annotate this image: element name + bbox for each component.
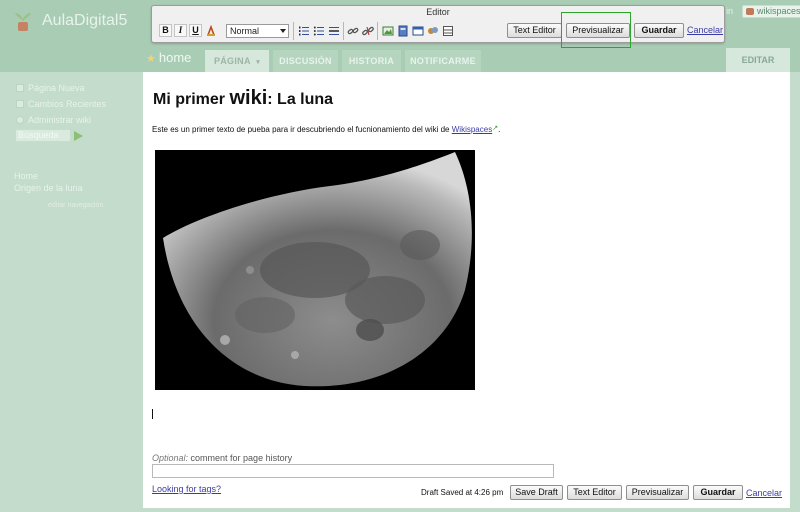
page-title-part: : La luna	[267, 91, 334, 108]
sidebar-item-manage-wiki[interactable]: Administrar wiki	[16, 115, 91, 125]
edit-navigation-link[interactable]: editar navegación	[48, 202, 103, 209]
sidebar-item-recent-changes[interactable]: Cambios Recientes	[16, 99, 106, 109]
link-button[interactable]	[346, 24, 359, 37]
unlink-button[interactable]	[361, 24, 374, 37]
tab-discusion[interactable]: DISCUSIÓN	[273, 50, 338, 72]
underline-button[interactable]: U	[189, 24, 202, 37]
preview-button-bottom[interactable]: Previsualizar	[626, 485, 689, 500]
bullet-list-button[interactable]	[312, 24, 325, 37]
new-page-icon	[16, 84, 24, 92]
horizontal-rule-button[interactable]	[327, 24, 340, 37]
page-title-wiki: wiki	[229, 87, 268, 109]
tab-historia[interactable]: HISTORIA	[342, 50, 401, 72]
page-title-part: Mi primer	[153, 91, 230, 108]
home-link[interactable]: ★ home	[146, 50, 191, 65]
draft-status: Draft Saved at 4:26 pm	[421, 488, 504, 497]
chevron-down-icon: ▾	[256, 59, 261, 66]
calendar-icon	[16, 100, 24, 108]
looking-for-tags-link[interactable]: Looking for tags?	[152, 484, 221, 494]
file-icon	[398, 25, 408, 37]
intro-end: .	[498, 125, 501, 134]
header-link[interactable]: in	[726, 6, 733, 16]
nav-link-origen-luna[interactable]: Origen de la luna	[14, 183, 83, 193]
save-draft-button[interactable]: Save Draft	[510, 485, 563, 500]
text-color-button[interactable]	[204, 24, 217, 37]
insert-table-button[interactable]	[441, 24, 454, 37]
search-go-arrow-icon[interactable]	[74, 131, 83, 141]
search-input[interactable]: Búsqueda	[15, 129, 71, 142]
intro-text: Este es un primer texto de pueba para ir…	[152, 125, 452, 134]
insert-special-button[interactable]	[426, 24, 439, 37]
editor-toolbar: Editor B I U Normal Text Editor Previsua…	[151, 5, 725, 43]
editor-content-area[interactable]: Mi primer wiki: La luna Este es un prime…	[143, 72, 790, 508]
toolbar-divider	[343, 22, 344, 40]
cancel-link-bottom[interactable]: Cancelar	[746, 488, 782, 498]
insert-image-button[interactable]	[381, 24, 394, 37]
optional-label: Optional:	[152, 453, 189, 463]
link-icon	[347, 27, 359, 35]
text-editor-button-bottom[interactable]: Text Editor	[567, 485, 622, 500]
bullet-list-icon	[313, 26, 324, 36]
bold-button[interactable]: B	[159, 24, 172, 37]
cancel-link[interactable]: Cancelar	[687, 25, 723, 35]
table-icon	[443, 26, 453, 36]
sidebar-item-label: Página Nueva	[28, 83, 85, 93]
text-editor-button[interactable]: Text Editor	[507, 23, 562, 38]
page-title[interactable]: Mi primer wiki: La luna	[153, 87, 333, 110]
nav-link-home[interactable]: Home	[14, 171, 38, 181]
numbered-list-icon	[299, 26, 309, 36]
toolbar-divider	[293, 22, 294, 40]
preview-highlight-box	[561, 12, 631, 48]
numbered-list-button[interactable]	[297, 24, 310, 37]
sidebar-item-label: Administrar wiki	[28, 115, 92, 125]
horizontal-rule-icon	[329, 27, 339, 35]
toolbar-divider	[377, 22, 378, 40]
insert-widget-button[interactable]	[411, 24, 424, 37]
widget-icon	[412, 26, 424, 36]
tab-pagina[interactable]: PÁGINA ▾	[205, 50, 269, 72]
comment-label-text: comment for page history	[188, 453, 293, 463]
wikispaces-link[interactable]: Wikispaces	[452, 125, 492, 134]
format-select-value: Normal	[230, 26, 260, 36]
text-cursor	[152, 409, 153, 419]
insert-file-button[interactable]	[396, 24, 409, 37]
star-icon: ★	[146, 53, 156, 65]
page-history-comment-input[interactable]	[152, 464, 554, 478]
intro-paragraph[interactable]: Este es un primer texto de pueba para ir…	[152, 124, 500, 134]
image-icon	[382, 26, 394, 36]
home-label: home	[158, 50, 192, 65]
tab-editar[interactable]: EDITAR	[726, 48, 790, 72]
sidebar-item-new-page[interactable]: Página Nueva	[16, 83, 85, 93]
gear-icon	[16, 116, 24, 124]
sidebar-item-label: Cambios Recientes	[28, 99, 107, 109]
wikispaces-badge[interactable]: wikispaces	[742, 5, 800, 18]
tab-notificarme[interactable]: NOTIFICARME	[405, 50, 481, 72]
site-title[interactable]: AulaDigital5	[42, 12, 127, 30]
text-color-icon	[207, 24, 215, 36]
tab-pagina-label: PÁGINA	[213, 56, 251, 66]
unlink-icon	[362, 26, 374, 36]
wiki-logo-icon	[15, 13, 31, 31]
save-button-bottom[interactable]: Guardar	[693, 485, 743, 500]
editor-title: Editor	[426, 7, 450, 17]
comment-label: Optional: comment for page history	[152, 453, 292, 463]
moon-photo	[155, 150, 475, 390]
save-button[interactable]: Guardar	[634, 23, 684, 38]
special-character-icon	[428, 27, 438, 34]
moon-image[interactable]	[155, 150, 475, 390]
format-select[interactable]: Normal	[226, 24, 289, 38]
chevron-down-icon	[280, 29, 286, 33]
italic-button[interactable]: I	[174, 24, 187, 37]
